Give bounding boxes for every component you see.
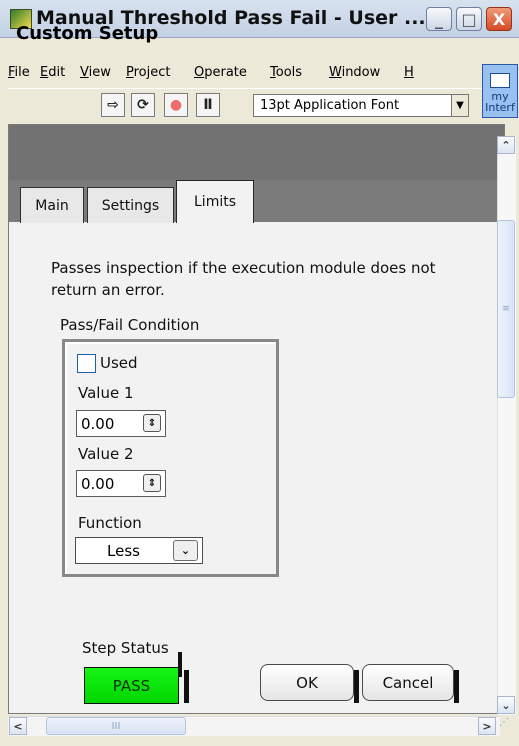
menu-project-rest: roject [133,65,171,80]
scroll-left-icon[interactable]: < [9,717,27,735]
menu-operate[interactable]: Operate [194,65,247,80]
value-1-label: Value 1 [78,384,134,402]
minimize-button[interactable]: _ [426,7,452,31]
ok-button[interactable]: OK [260,664,354,701]
custom-setup-header [9,125,504,180]
menu-view-underline: V [80,65,89,80]
menu-edit-rest: dit [48,65,66,80]
horizontal-scroll-thumb[interactable]: III [46,717,186,735]
font-dropdown-icon[interactable]: ▼ [451,94,469,117]
status-badge: PASS [84,667,179,704]
step-status-label: Step Status [82,639,169,657]
menu-tools-rest: ools [275,65,303,80]
tab-main[interactable]: Main [20,187,84,223]
used-label: Used [100,354,138,372]
scroll-up-icon[interactable]: ⌃ [497,136,515,154]
toolbar: ⇨ ⟳ ● Ⅱ 13pt Application Font ▼ [8,88,482,120]
chevron-down-icon[interactable]: ⌄ [173,540,198,561]
scroll-right-icon[interactable]: > [478,717,496,735]
used-checkbox[interactable] [77,354,96,373]
font-selector[interactable]: 13pt Application Font [253,94,453,117]
menu-help-underline: H [404,65,414,80]
menu-edit[interactable]: Edit [40,65,65,80]
project-icon-label-2: Interf [485,101,515,114]
abort-button[interactable]: ● [164,93,188,117]
vertical-scroll-thumb[interactable]: ≡ [497,220,515,398]
menu-project-underline: P [126,65,134,80]
pass-fail-condition-label: Pass/Fail Condition [60,316,200,334]
cancel-button-shadow [454,670,459,703]
menu-operate-underline: O [194,65,205,80]
menu-window[interactable]: Window [329,65,380,80]
maximize-button[interactable]: □ [456,7,482,31]
tab-settings[interactable]: Settings [87,187,174,223]
tab-limits[interactable]: Limits [176,180,254,223]
menu-project[interactable]: Project [126,65,171,80]
menu-operate-rest: perate [204,65,247,80]
status-badge-shadow [184,670,189,703]
menu-file-rest: ile [14,65,30,80]
scroll-down-icon[interactable]: ⌄ [497,696,515,714]
menu-view[interactable]: View [80,65,111,80]
menu-view-rest: iew [88,65,111,80]
ok-button-shadow [354,670,359,703]
limit-description: Passes inspection if the execution modul… [51,259,436,299]
menu-tools[interactable]: Tools [270,65,302,80]
menu-help[interactable]: H [404,65,414,80]
value-2-label: Value 2 [78,445,134,463]
value-1-spinner-icon[interactable]: ⇕ [143,414,161,432]
project-icon[interactable]: my Interf [482,64,518,118]
page-title: Custom Setup [16,23,159,44]
pause-button[interactable]: Ⅱ [196,93,220,117]
menu-bar: File Edit View Project Operate Tools Win… [8,60,516,88]
close-button[interactable]: X [486,7,512,31]
menu-edit-underline: E [40,65,49,80]
value-2-spinner-icon[interactable]: ⇕ [143,474,161,492]
menu-window-rest: indow [341,65,381,80]
menu-window-underline: W [329,65,342,80]
cancel-button[interactable]: Cancel [362,664,454,701]
run-continuously-button[interactable]: ⟳ [131,93,155,117]
function-label: Function [78,514,142,532]
menu-file[interactable]: File [8,65,30,80]
resize-grip[interactable]: ⋰ [499,717,516,736]
run-button[interactable]: ⇨ [101,93,125,117]
project-icon-glyph [490,73,510,88]
